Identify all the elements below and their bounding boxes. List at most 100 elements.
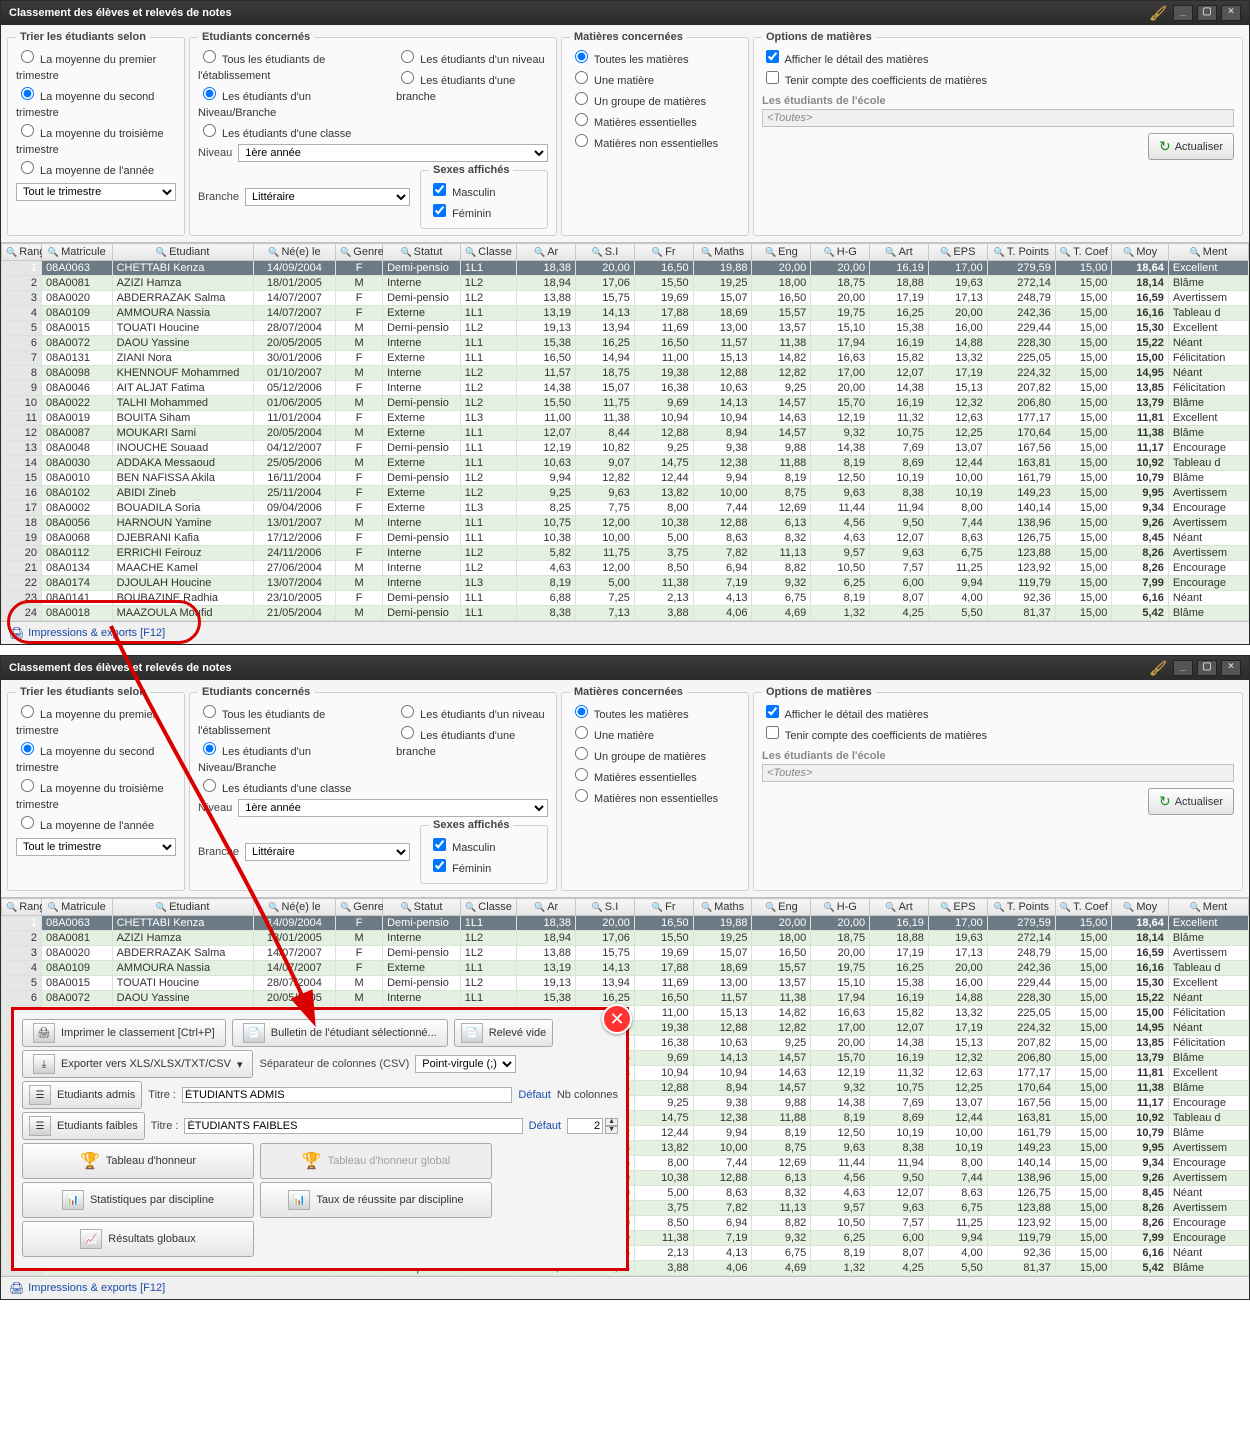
refresh-button[interactable]: ↻ Actualiser: [1148, 788, 1234, 815]
table-row[interactable]: 1708A0002BOUADILA Soria09/04/2006FExtern…: [2, 501, 1249, 516]
column-header[interactable]: 🔍Art: [870, 244, 929, 261]
sex-male-checkbox[interactable]: [433, 183, 446, 196]
radio-option[interactable]: La moyenne du second trimestre: [16, 84, 176, 121]
radio-option[interactable]: Une matière: [570, 723, 740, 744]
column-header[interactable]: 🔍Moy: [1112, 244, 1168, 261]
csv-separator-select[interactable]: Point-virgule (;): [415, 1055, 516, 1073]
column-header[interactable]: 🔍Fr: [634, 244, 693, 261]
radio-option[interactable]: Les étudiants d'un Niveau/Branche: [198, 739, 388, 776]
radio-option[interactable]: Matières non essentielles: [570, 131, 740, 152]
honor-table-button[interactable]: 🏆Tableau d'honneur: [22, 1143, 254, 1179]
school-students-select[interactable]: <Toutes>: [762, 109, 1234, 127]
radio-option[interactable]: Les étudiants d'une classe: [198, 776, 388, 797]
stats-by-discipline-button[interactable]: 📊Statistiques par discipline: [22, 1182, 254, 1218]
column-header[interactable]: 🔍Ment: [1168, 244, 1248, 261]
table-row[interactable]: 608A0072DAOU Yassine20/05/2005MInterne1L…: [2, 991, 1249, 1006]
table-row[interactable]: 708A0131ZIANI Nora30/01/2006FExterne1L11…: [2, 351, 1249, 366]
close-button[interactable]: ×: [1221, 660, 1241, 676]
column-header[interactable]: 🔍Né(e) le: [253, 899, 335, 916]
table-row[interactable]: 1308A0048INOUCHE Souaad04/12/2007FDemi-p…: [2, 441, 1249, 456]
column-header[interactable]: 🔍H-G: [811, 244, 870, 261]
column-header[interactable]: 🔍Eng: [752, 899, 811, 916]
table-row[interactable]: 1208A0087MOUKARI Sami20/05/2004MExterne1…: [2, 426, 1249, 441]
theme-brush-icon[interactable]: 🖌: [1149, 656, 1167, 680]
weak-title-input[interactable]: [184, 1118, 522, 1134]
column-header[interactable]: 🔍Classe: [460, 899, 516, 916]
column-header[interactable]: 🔍Matricule: [41, 899, 112, 916]
theme-brush-icon[interactable]: 🖌: [1149, 1, 1167, 25]
school-students-select[interactable]: <Toutes>: [762, 764, 1234, 782]
column-header[interactable]: 🔍Ar: [517, 899, 576, 916]
column-header[interactable]: 🔍S.I: [576, 244, 635, 261]
radio-option[interactable]: Une matière: [570, 68, 740, 89]
column-header[interactable]: 🔍S.I: [576, 899, 635, 916]
admitted-title-input[interactable]: [182, 1087, 512, 1103]
table-row[interactable]: 1908A0068DJEBRANI Kafia17/12/2006FDemi-p…: [2, 531, 1249, 546]
column-header[interactable]: 🔍Rang: [2, 244, 42, 261]
nbcol-input[interactable]: [567, 1118, 603, 1134]
table-row[interactable]: 508A0015TOUATI Houcine28/07/2004MDemi-pe…: [2, 321, 1249, 336]
table-row[interactable]: 2408A0018MAAZOULA Moufid21/05/2004MDemi-…: [2, 606, 1249, 621]
sex-female-checkbox[interactable]: [433, 204, 446, 217]
sex-female-checkbox[interactable]: [433, 859, 446, 872]
column-header[interactable]: 🔍EPS: [928, 899, 987, 916]
radio-option[interactable]: La moyenne du premier trimestre: [16, 47, 176, 84]
use-coef-checkbox[interactable]: [766, 726, 779, 739]
radio-option[interactable]: Toutes les matières: [570, 47, 740, 68]
radio-option[interactable]: La moyenne du second trimestre: [16, 739, 176, 776]
global-results-button[interactable]: 📈Résultats globaux: [22, 1221, 254, 1257]
table-row[interactable]: 2308A0141BOUBAZINE Radhia23/10/2005FDemi…: [2, 591, 1249, 606]
column-header[interactable]: 🔍Genre: [336, 899, 383, 916]
print-ranking-button[interactable]: 🖨Imprimer le classement [Ctrl+P]: [22, 1019, 226, 1047]
branch-select[interactable]: Littéraire: [245, 188, 410, 206]
empty-releve-button[interactable]: 📄Relevé vide: [454, 1019, 553, 1047]
column-header[interactable]: 🔍Maths: [693, 244, 752, 261]
column-header[interactable]: 🔍Etudiant: [112, 244, 253, 261]
minimize-button[interactable]: _: [1173, 660, 1193, 676]
column-header[interactable]: 🔍H-G: [811, 899, 870, 916]
table-row[interactable]: 808A0098KHENNOUF Mohammed01/10/2007MInte…: [2, 366, 1249, 381]
table-row[interactable]: 108A0063CHETTABI Kenza14/09/2004FDemi-pe…: [2, 916, 1249, 931]
radio-option[interactable]: Un groupe de matières: [570, 89, 740, 110]
export-csv-button[interactable]: ⤓Exporter vers XLS/XLSX/TXT/CSV ▾: [22, 1050, 253, 1078]
table-row[interactable]: 908A0046AIT ALJAT Fatima05/12/2006FInter…: [2, 381, 1249, 396]
radio-option[interactable]: La moyenne du troisième trimestre: [16, 121, 176, 158]
minimize-button[interactable]: _: [1173, 5, 1193, 21]
column-header[interactable]: 🔍Né(e) le: [253, 244, 335, 261]
column-header[interactable]: 🔍Eng: [752, 244, 811, 261]
table-row[interactable]: 508A0015TOUATI Houcine28/07/2004MDemi-pe…: [2, 976, 1249, 991]
column-header[interactable]: 🔍Art: [870, 899, 929, 916]
sort-period-select[interactable]: Tout le trimestre: [16, 183, 176, 201]
students-admitted-button[interactable]: ☰Etudiants admis: [22, 1081, 142, 1109]
table-row[interactable]: 108A0063CHETTABI Kenza14/09/2004FDemi-pe…: [2, 261, 1249, 276]
show-detail-checkbox[interactable]: [766, 50, 779, 63]
column-header[interactable]: 🔍Statut: [383, 244, 461, 261]
radio-option[interactable]: Les étudiants d'un Niveau/Branche: [198, 84, 388, 121]
students-weak-button[interactable]: ☰Etudiants faibles: [22, 1112, 145, 1140]
radio-option[interactable]: Matières non essentielles: [570, 786, 740, 807]
radio-option[interactable]: Tous les étudiants de l'établissement: [198, 702, 388, 739]
spinner-up[interactable]: ▲: [605, 1118, 618, 1126]
table-row[interactable]: 308A0020ABDERRAZAK Salma14/07/2007FDemi-…: [2, 946, 1249, 961]
column-header[interactable]: 🔍Fr: [634, 899, 693, 916]
column-header[interactable]: 🔍Matricule: [41, 244, 112, 261]
column-header[interactable]: 🔍Genre: [336, 244, 383, 261]
column-header[interactable]: 🔍T. Points: [987, 244, 1055, 261]
radio-option[interactable]: La moyenne de l'année: [16, 158, 176, 179]
radio-option[interactable]: Un groupe de matières: [570, 744, 740, 765]
data-grid[interactable]: 🔍Rang🔍Matricule🔍Etudiant🔍Né(e) le🔍Genre🔍…: [1, 242, 1249, 621]
table-row[interactable]: 1408A0030ADDAKA Messaoud25/05/2006MExter…: [2, 456, 1249, 471]
table-row[interactable]: 208A0081AZIZI Hamza18/01/2005MInterne1L2…: [2, 276, 1249, 291]
table-row[interactable]: 408A0109AMMOURA Nassia14/07/2007FExterne…: [2, 961, 1249, 976]
admitted-default-link[interactable]: Défaut: [518, 1089, 550, 1101]
column-header[interactable]: 🔍EPS: [928, 244, 987, 261]
radio-option[interactable]: La moyenne du premier trimestre: [16, 702, 176, 739]
radio-option[interactable]: Matières essentielles: [570, 765, 740, 786]
radio-option[interactable]: Les étudiants d'un niveau: [396, 47, 548, 68]
radio-option[interactable]: Toutes les matières: [570, 702, 740, 723]
table-row[interactable]: 1508A0010BEN NAFISSA Akila16/11/2004FDem…: [2, 471, 1249, 486]
sex-male-checkbox[interactable]: [433, 838, 446, 851]
column-header[interactable]: 🔍Maths: [693, 899, 752, 916]
radio-option[interactable]: Tous les étudiants de l'établissement: [198, 47, 388, 84]
maximize-button[interactable]: ▢: [1197, 660, 1217, 676]
